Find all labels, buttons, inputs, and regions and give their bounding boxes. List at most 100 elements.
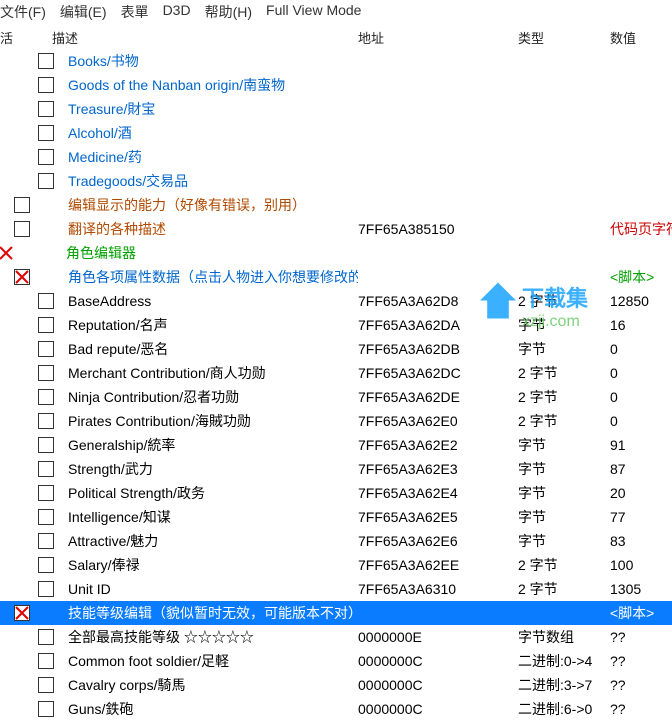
table-row[interactable]: Books/书物 <box>0 49 672 73</box>
active-checkbox[interactable] <box>38 53 54 69</box>
address-cell[interactable]: 7FF65A3A62E2 <box>358 437 518 453</box>
table-row[interactable]: Generalship/統率7FF65A3A62E2字节91 <box>0 433 672 457</box>
value-cell[interactable]: 100 <box>610 557 672 573</box>
address-cell[interactable]: 7FF65A3A62DC <box>358 365 518 381</box>
value-cell[interactable]: 87 <box>610 461 672 477</box>
table-row[interactable]: Pirates Contribution/海賊功勋7FF65A3A62E02 字… <box>0 409 672 433</box>
type-cell[interactable]: 2 字节 <box>518 555 610 575</box>
address-cell[interactable]: 0000000C <box>358 653 518 669</box>
address-cell[interactable]: 7FF65A3A62EE <box>358 557 518 573</box>
menu-help[interactable]: 帮助(H) <box>205 2 252 22</box>
header-active[interactable]: 活 <box>0 28 16 47</box>
value-cell[interactable]: 77 <box>610 509 672 525</box>
active-checkbox[interactable] <box>38 629 54 645</box>
type-cell[interactable]: 2 字节 <box>518 363 610 383</box>
active-checkbox[interactable] <box>38 365 54 381</box>
table-row[interactable]: Political Strength/政务7FF65A3A62E4字节20 <box>0 481 672 505</box>
description-cell[interactable]: Goods of the Nanban origin/南蛮物 <box>68 75 358 95</box>
description-cell[interactable]: 翻译的各种描述 <box>68 219 358 239</box>
active-checkbox[interactable] <box>14 197 30 213</box>
table-row[interactable]: Strength/武力7FF65A3A62E3字节87 <box>0 457 672 481</box>
menu-fullview[interactable]: Full View Mode <box>266 2 361 22</box>
description-cell[interactable]: Books/书物 <box>68 51 358 71</box>
address-cell[interactable]: 7FF65A385150 <box>358 221 518 237</box>
address-cell[interactable]: 7FF65A3A62E3 <box>358 461 518 477</box>
description-cell[interactable]: Unit ID <box>68 581 358 597</box>
value-cell[interactable]: <脚本> <box>610 603 672 623</box>
menu-d3d[interactable]: D3D <box>163 2 191 22</box>
table-row[interactable]: Reputation/名声7FF65A3A62DA字节16 <box>0 313 672 337</box>
table-row[interactable]: Attractive/魅力7FF65A3A62E6字节83 <box>0 529 672 553</box>
description-cell[interactable]: BaseAddress <box>68 293 358 309</box>
description-cell[interactable]: Common foot soldier/足軽 <box>68 651 358 671</box>
description-cell[interactable]: 角色各项属性数据（点击人物进入你想要修改的人物界面） <box>68 267 358 287</box>
active-checkbox[interactable] <box>38 389 54 405</box>
type-cell[interactable]: 2 字节 <box>518 579 610 599</box>
table-row[interactable]: Tradegoods/交易品 <box>0 169 672 193</box>
active-checkbox[interactable] <box>38 509 54 525</box>
value-cell[interactable]: 代码页字符串[???? ~ ??? <box>610 219 672 239</box>
table-row[interactable]: Intelligence/知谋7FF65A3A62E5字节77 <box>0 505 672 529</box>
menu-edit[interactable]: 编辑(E) <box>60 2 107 22</box>
description-cell[interactable]: 编辑显示的能力（好像有错误，别用） <box>68 195 358 215</box>
menu-file[interactable]: 文件(F) <box>0 2 46 22</box>
value-cell[interactable]: ?? <box>610 677 672 693</box>
address-cell[interactable]: 7FF65A3A62E6 <box>358 533 518 549</box>
description-cell[interactable]: Alcohol/酒 <box>68 123 358 143</box>
value-cell[interactable]: 0 <box>610 365 672 381</box>
type-cell[interactable]: 字节 <box>518 507 610 527</box>
address-cell[interactable]: 0000000E <box>358 629 518 645</box>
address-cell[interactable]: 7FF65A3A62E5 <box>358 509 518 525</box>
header-type[interactable]: 类型 <box>518 28 610 47</box>
type-cell[interactable]: 字节 <box>518 459 610 479</box>
active-checkbox[interactable] <box>38 413 54 429</box>
active-checkbox[interactable] <box>38 461 54 477</box>
table-row[interactable]: 翻译的各种描述7FF65A385150 代码页字符串[???? ~ ??? <box>0 217 672 241</box>
active-checkbox[interactable] <box>14 269 30 285</box>
description-cell[interactable]: 技能等级编辑（貌似暂时无效，可能版本不对） <box>68 603 358 623</box>
active-checkbox[interactable] <box>38 293 54 309</box>
table-row[interactable]: Guns/鉄砲0000000C二进制:6->0?? <box>0 697 672 721</box>
description-cell[interactable]: Bad repute/恶名 <box>68 339 358 359</box>
address-cell[interactable]: 7FF65A3A62DA <box>358 317 518 333</box>
type-cell[interactable]: 字节 <box>518 435 610 455</box>
description-cell[interactable]: 全部最高技能等级 ☆☆☆☆☆ <box>68 627 358 647</box>
type-cell[interactable]: 字节 <box>518 339 610 359</box>
active-checkbox[interactable] <box>38 557 54 573</box>
type-cell[interactable]: 2 字节 <box>518 411 610 431</box>
table-row[interactable]: Goods of the Nanban origin/南蛮物 <box>0 73 672 97</box>
value-cell[interactable]: 0 <box>610 389 672 405</box>
value-cell[interactable]: 0 <box>610 341 672 357</box>
description-cell[interactable]: Salary/俸禄 <box>68 555 358 575</box>
table-row[interactable]: 全部最高技能等级 ☆☆☆☆☆0000000E字节数组?? <box>0 625 672 649</box>
table-row[interactable]: BaseAddress7FF65A3A62D82 字节12850 <box>0 289 672 313</box>
menu-table[interactable]: 表單 <box>121 2 149 22</box>
table-row[interactable]: 角色编辑器 <box>0 241 672 265</box>
description-cell[interactable]: Guns/鉄砲 <box>68 699 358 719</box>
value-cell[interactable]: ?? <box>610 629 672 645</box>
type-cell[interactable]: 字节 <box>518 483 610 503</box>
value-cell[interactable]: 91 <box>610 437 672 453</box>
table-row[interactable]: Alcohol/酒 <box>0 121 672 145</box>
active-checkbox[interactable] <box>38 125 54 141</box>
table-row[interactable]: 角色各项属性数据（点击人物进入你想要修改的人物界面） <脚本> <box>0 265 672 289</box>
active-checkbox[interactable] <box>14 605 30 621</box>
value-cell[interactable]: 20 <box>610 485 672 501</box>
active-checkbox[interactable] <box>38 149 54 165</box>
active-checkbox[interactable] <box>38 317 54 333</box>
address-cell[interactable]: 7FF65A3A62DE <box>358 389 518 405</box>
description-cell[interactable]: 角色编辑器 <box>66 243 356 263</box>
table-row[interactable]: Cavalry corps/騎馬0000000C二进制:3->7?? <box>0 673 672 697</box>
type-cell[interactable]: 2 字节 <box>518 387 610 407</box>
value-cell[interactable]: 1305 <box>610 581 672 597</box>
description-cell[interactable]: Medicine/药 <box>68 147 358 167</box>
type-cell[interactable]: 二进制:6->0 <box>518 699 610 719</box>
type-cell[interactable]: 字节 <box>518 531 610 551</box>
description-cell[interactable]: Attractive/魅力 <box>68 531 358 551</box>
description-cell[interactable]: Merchant Contribution/商人功勋 <box>68 363 358 383</box>
table-row[interactable]: Medicine/药 <box>0 145 672 169</box>
table-row[interactable]: Bad repute/恶名7FF65A3A62DB字节0 <box>0 337 672 361</box>
description-cell[interactable]: Reputation/名声 <box>68 315 358 335</box>
value-cell[interactable]: <脚本> <box>610 267 672 287</box>
table-row[interactable]: Treasure/財宝 <box>0 97 672 121</box>
